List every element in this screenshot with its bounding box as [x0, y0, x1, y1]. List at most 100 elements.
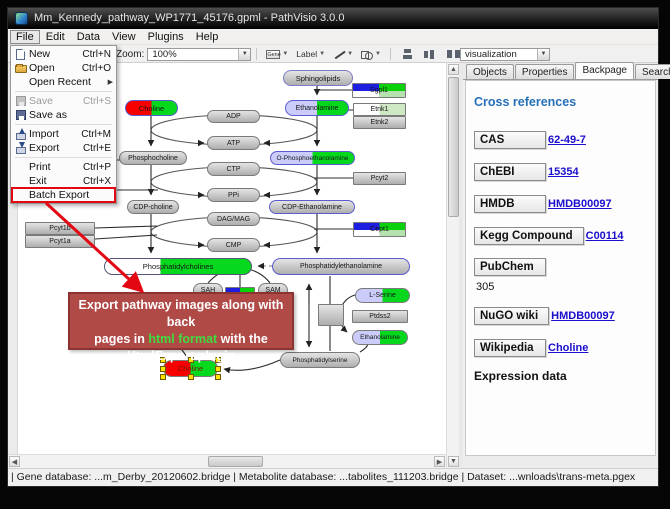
pathway-node-phosphatidylserine[interactable]: Phosphatidylserine: [280, 352, 360, 368]
canvas-horizontal-scrollbar[interactable]: ◀ ▶: [8, 454, 446, 468]
pathway-node-ppi[interactable]: PPi: [207, 188, 260, 202]
menubar-item-plugins[interactable]: Plugins: [142, 30, 190, 44]
pathway-node-phosphatidylethanolamine[interactable]: Phosphatidylethanolamine: [272, 258, 410, 275]
distribute-horizontal-button[interactable]: [446, 48, 461, 60]
pathway-node-phosphocholine[interactable]: Phosphocholine: [119, 151, 187, 165]
pathway-node-choline[interactable]: Choline: [125, 100, 178, 116]
tab-properties[interactable]: Properties: [515, 64, 575, 79]
pathway-node-cdp-ethanolamine[interactable]: CDP-Ethanolamine: [269, 200, 355, 214]
new-shape-button[interactable]: ▼: [358, 47, 384, 61]
file-menu-item-import[interactable]: ImportCtrl+M: [12, 127, 115, 141]
pathway-node-cdp-choline[interactable]: CDP-choline: [127, 200, 179, 214]
scroll-left-icon[interactable]: ◀: [9, 456, 20, 467]
pathway-node-pcyt1a[interactable]: Pcyt1a: [25, 235, 95, 248]
pathway-node-adp[interactable]: ADP: [207, 110, 260, 123]
vertical-scroll-thumb[interactable]: [448, 77, 459, 217]
pathway-node-etnk1[interactable]: Etnk1: [353, 103, 406, 116]
menubar-item-view[interactable]: View: [106, 30, 142, 44]
file-menu-item-print[interactable]: PrintCtrl+P: [12, 160, 115, 174]
tab-search[interactable]: Search: [635, 64, 670, 79]
panel-footer-strip: [463, 456, 658, 468]
visualization-combobox[interactable]: visualization ▼: [460, 48, 550, 61]
tab-objects[interactable]: Objects: [466, 64, 514, 79]
file-menu-item-save-as[interactable]: Save as: [12, 108, 115, 122]
zoom-combobox[interactable]: 100% ▼: [147, 48, 251, 61]
node-label: Ethanolamine: [353, 331, 407, 344]
crossref-link[interactable]: HMDB00097: [551, 310, 615, 322]
crossref-link[interactable]: C00114: [586, 230, 624, 242]
file-menu-item-export[interactable]: ExportCtrl+E: [12, 141, 115, 155]
selection-handle[interactable]: [160, 374, 166, 380]
horizontal-scroll-thumb[interactable]: [208, 456, 263, 467]
menu-item-label: Batch Export: [29, 189, 111, 201]
pathway-node-ethanolamine[interactable]: Ethanolamine: [352, 330, 408, 345]
node-label: Phosphatidylethanolamine: [273, 259, 409, 274]
pathway-node-l-serine[interactable]: L-Serine: [355, 288, 410, 303]
file-menu-item-open-recent[interactable]: Open Recent▶: [12, 75, 115, 89]
pathway-node-cept1[interactable]: Cept1: [353, 222, 406, 237]
file-menu-item-exit[interactable]: ExitCtrl+X: [12, 174, 115, 188]
menu-item-label: New: [29, 48, 82, 60]
pathway-node-ethanolamine[interactable]: Ethanolamine: [285, 100, 349, 116]
status-bar: | Gene database: ...m_Derby_20120602.bri…: [8, 468, 658, 486]
pathway-node-sgpl1[interactable]: Sgpl1: [352, 83, 406, 98]
align-middle-button[interactable]: [423, 48, 438, 60]
scroll-down-icon[interactable]: ▼: [448, 456, 459, 467]
menubar-item-data[interactable]: Data: [71, 30, 106, 44]
crossref-source-name: PubChem: [474, 258, 546, 276]
pathway-node-phosphatidylcholines[interactable]: Phosphatidylcholines: [104, 258, 252, 275]
node-label: Pcyt2: [354, 173, 405, 184]
pathway-node-dag-mag[interactable]: DAG/MAG: [207, 212, 260, 226]
crossref-link[interactable]: HMDB00097: [548, 198, 612, 210]
node-label: O-Phosphoethanolamine: [271, 152, 354, 164]
crossref-source-name: ChEBI: [474, 163, 546, 181]
crossref-link[interactable]: 15354: [548, 166, 579, 178]
node-label: Sphingolipids: [284, 71, 352, 85]
file-menu-item-save[interactable]: SaveCtrl+S: [12, 94, 115, 108]
backpage-panel[interactable]: Cross references CAS62-49-7ChEBI15354HMD…: [465, 80, 656, 456]
align-center-button[interactable]: [400, 48, 415, 60]
chevron-down-icon[interactable]: ▼: [347, 51, 353, 57]
chevron-down-icon[interactable]: ▼: [238, 49, 250, 60]
pathway-node-ptdss2[interactable]: Ptdss2: [352, 310, 408, 323]
menu-item-shortcut: Ctrl+E: [83, 143, 115, 154]
pathway-node-sphingolipids[interactable]: Sphingolipids: [283, 70, 353, 86]
canvas-vertical-scrollbar[interactable]: ▲ ▼: [446, 63, 459, 468]
pathway-node-pcyt2[interactable]: Pcyt2: [353, 172, 406, 185]
tab-backpage[interactable]: Backpage: [575, 62, 633, 79]
zoom-value: 100%: [152, 49, 176, 60]
pathway-node-ctp[interactable]: CTP: [207, 162, 260, 176]
menu-item-shortcut: Ctrl+S: [83, 96, 115, 107]
crossref-link[interactable]: Choline: [548, 342, 588, 354]
new-gene-button[interactable]: Gene ▼: [263, 47, 291, 61]
file-menu-item-batch-export[interactable]: Batch Export: [12, 188, 115, 202]
file-menu-item-open[interactable]: OpenCtrl+O: [12, 61, 115, 75]
chevron-down-icon[interactable]: ▼: [282, 51, 288, 57]
node-label: CDP-Ethanolamine: [270, 201, 354, 213]
pathway-node-atp[interactable]: ATP: [207, 136, 260, 150]
crossref-link[interactable]: 62-49-7: [548, 134, 586, 146]
selection-handle[interactable]: [188, 374, 194, 380]
pathway-node-fragment[interactable]: [318, 304, 344, 326]
chevron-down-icon[interactable]: ▼: [537, 49, 549, 60]
selection-handle[interactable]: [215, 374, 221, 380]
chevron-down-icon[interactable]: ▼: [375, 51, 381, 57]
title-bar[interactable]: Mm_Kennedy_pathway_WP1771_45176.gpml - P…: [8, 8, 658, 29]
scroll-right-icon[interactable]: ▶: [434, 456, 445, 467]
selection-handle[interactable]: [160, 366, 166, 372]
menu-item-label: Save: [29, 95, 83, 107]
menubar-item-help[interactable]: Help: [190, 30, 225, 44]
new-line-button[interactable]: ▼: [330, 47, 356, 61]
pathway-node-pcyt1b[interactable]: Pcyt1b: [25, 222, 95, 235]
file-menu-item-new[interactable]: NewCtrl+N: [12, 47, 115, 61]
new-label-button[interactable]: Label ▼: [293, 47, 328, 61]
pathway-node-etnk2[interactable]: Etnk2: [353, 116, 406, 129]
scroll-up-icon[interactable]: ▲: [448, 64, 459, 75]
pathway-node-cmp[interactable]: CMP: [207, 238, 260, 252]
selection-handle[interactable]: [215, 366, 221, 372]
menubar-item-edit[interactable]: Edit: [40, 30, 71, 44]
gene-node-icon: Gene: [266, 50, 280, 59]
menubar-item-file[interactable]: File: [10, 30, 40, 44]
pathway-node-o-phosphoethanolamine[interactable]: O-Phosphoethanolamine: [270, 151, 355, 165]
chevron-down-icon[interactable]: ▼: [319, 51, 325, 57]
